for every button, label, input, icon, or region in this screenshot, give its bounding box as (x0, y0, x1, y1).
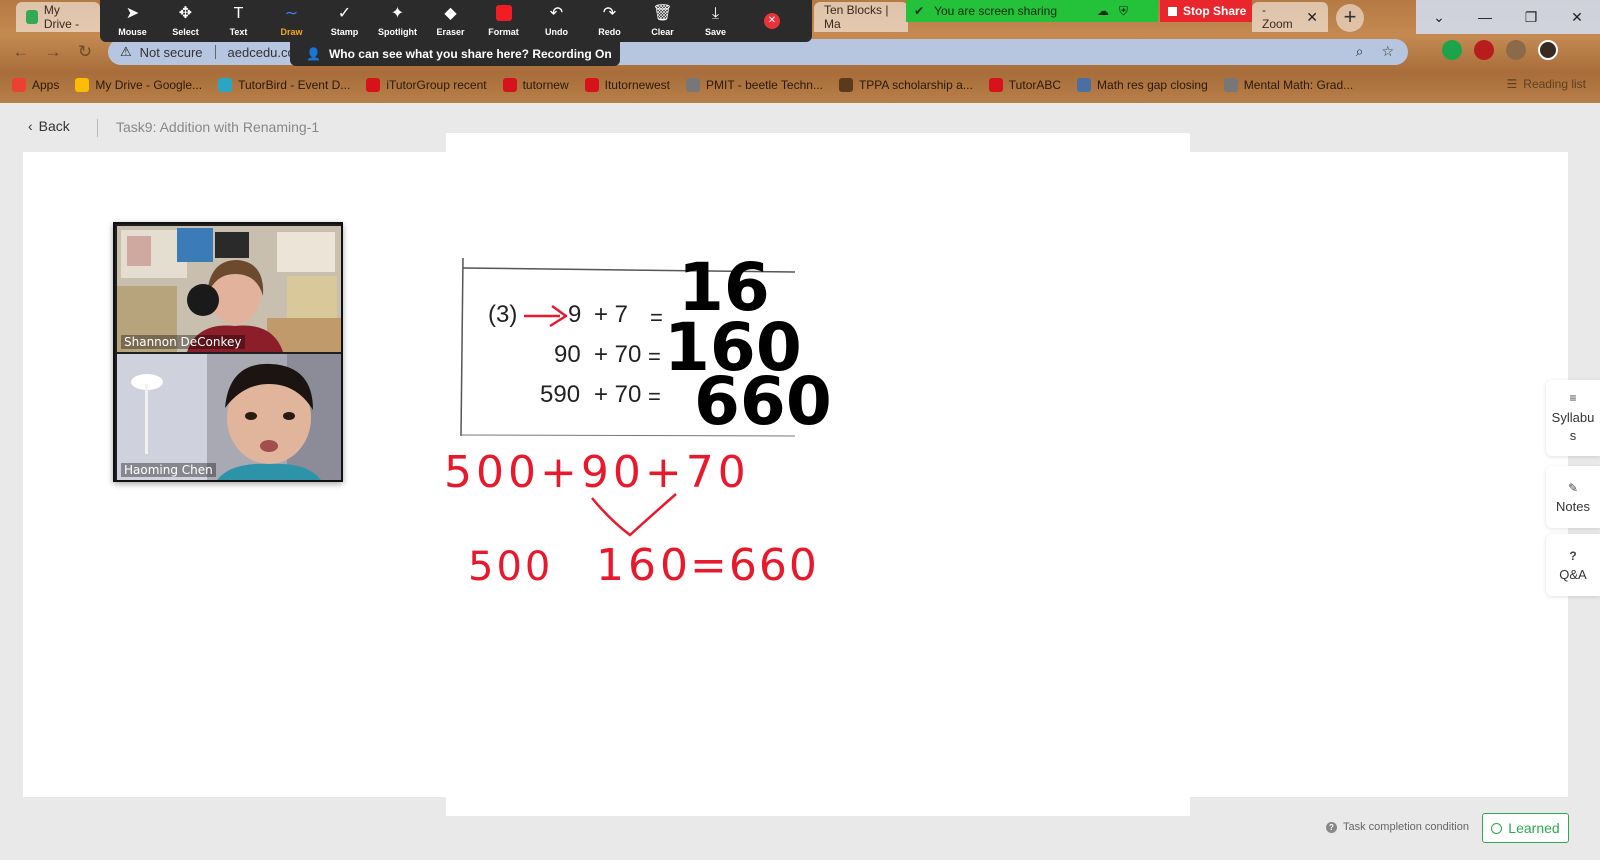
worksheet-canvas: (3) 9 + 7 = 16 90 + 70 = 160 590 + 70 = … (444, 249, 832, 591)
handwriting-partial-500: 500 (468, 544, 553, 590)
row1-equals: = (650, 305, 663, 330)
handwriting-partial-160: 160 (596, 540, 692, 591)
row2-equals: = (648, 344, 661, 369)
handwriting-result: =660 (690, 540, 819, 591)
row2-addend: 90 (554, 341, 581, 368)
row1-addend: 9 (568, 301, 581, 328)
handwriting-decomposition: 500+90+70 (444, 447, 750, 498)
row3-addend: 590 (540, 381, 580, 408)
row2-operator: + 70 (594, 341, 641, 368)
problem-number: (3) (488, 301, 517, 328)
handwriting-check-stroke (591, 493, 677, 537)
row3-equals: = (648, 384, 661, 409)
row1-operator: + 7 (594, 301, 628, 328)
row3-answer: 660 (694, 363, 832, 440)
worksheet-left-line (460, 257, 464, 437)
row3-operator: + 70 (594, 381, 641, 408)
